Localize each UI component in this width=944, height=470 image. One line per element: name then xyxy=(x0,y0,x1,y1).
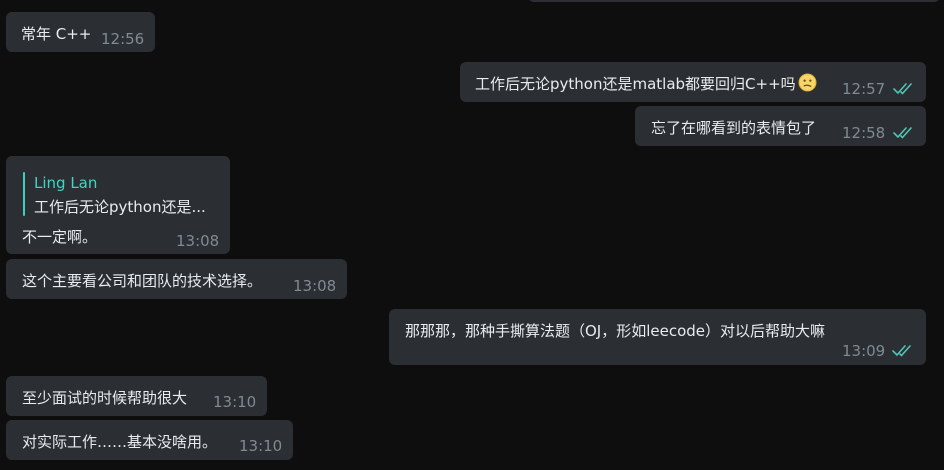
message-time: 13:08 xyxy=(176,232,220,250)
message-bubble[interactable]: 对实际工作……基本没啥用。 13:10 xyxy=(6,420,293,460)
message-bubble[interactable]: 工作后无论python还是matlab都要回归C++吗 12:57 xyxy=(460,62,926,102)
message-text: 对实际工作……基本没啥用。 xyxy=(22,433,218,451)
confused-face-icon xyxy=(798,73,817,92)
message-text: 工作后无论python还是matlab都要回归C++吗 xyxy=(475,73,817,94)
message-text-content: 工作后无论python还是matlab都要回归C++吗 xyxy=(475,75,796,93)
message-text: 不一定啊。 xyxy=(22,228,98,246)
message-bubble[interactable]: 那那那，那种手撕算法题（OJ，形如leecode）对以后帮助大嘛 13:09 xyxy=(389,309,926,365)
message-text: 常年 C++ xyxy=(21,25,92,43)
message-time: 12:56 xyxy=(101,30,145,48)
message-bubble[interactable]: 常年 C++ 12:56 xyxy=(6,12,155,52)
message-time: 13:10 xyxy=(239,437,283,455)
message-bubble[interactable]: 忘了在哪看到的表情包了 12:58 xyxy=(635,106,926,146)
message-time: 12:58 xyxy=(842,124,886,142)
message-time: 13:08 xyxy=(293,277,337,295)
message-bubble[interactable]: 至少面试的时候帮助很大 13:10 xyxy=(6,376,267,416)
message-bubble[interactable]: 这个主要看公司和团队的技术选择。 13:08 xyxy=(6,259,347,299)
message-bubble-partial[interactable] xyxy=(528,0,940,2)
message-text: 那那那，那种手撕算法题（OJ，形如leecode）对以后帮助大嘛 xyxy=(405,322,826,340)
message-time: 13:10 xyxy=(213,393,257,411)
double-check-icon xyxy=(893,127,912,139)
message-text: 至少面试的时候帮助很大 xyxy=(22,389,188,407)
double-check-icon xyxy=(892,345,911,357)
double-check-icon xyxy=(893,83,912,95)
reply-author: Ling Lan xyxy=(34,174,98,192)
chat-history: 常年 C++ 12:56 工作后无论python还是matlab都要回归C++吗… xyxy=(0,0,944,470)
reply-quoted-text: 工作后无论python还是... xyxy=(34,198,206,216)
reply-accent-bar xyxy=(23,172,25,216)
message-text: 忘了在哪看到的表情包了 xyxy=(651,119,817,137)
message-time: 12:57 xyxy=(842,80,886,98)
message-time: 13:09 xyxy=(842,342,886,360)
message-text: 这个主要看公司和团队的技术选择。 xyxy=(22,272,263,290)
message-bubble-with-reply[interactable]: Ling Lan 工作后无论python还是... 不一定啊。 13:08 xyxy=(6,156,230,254)
